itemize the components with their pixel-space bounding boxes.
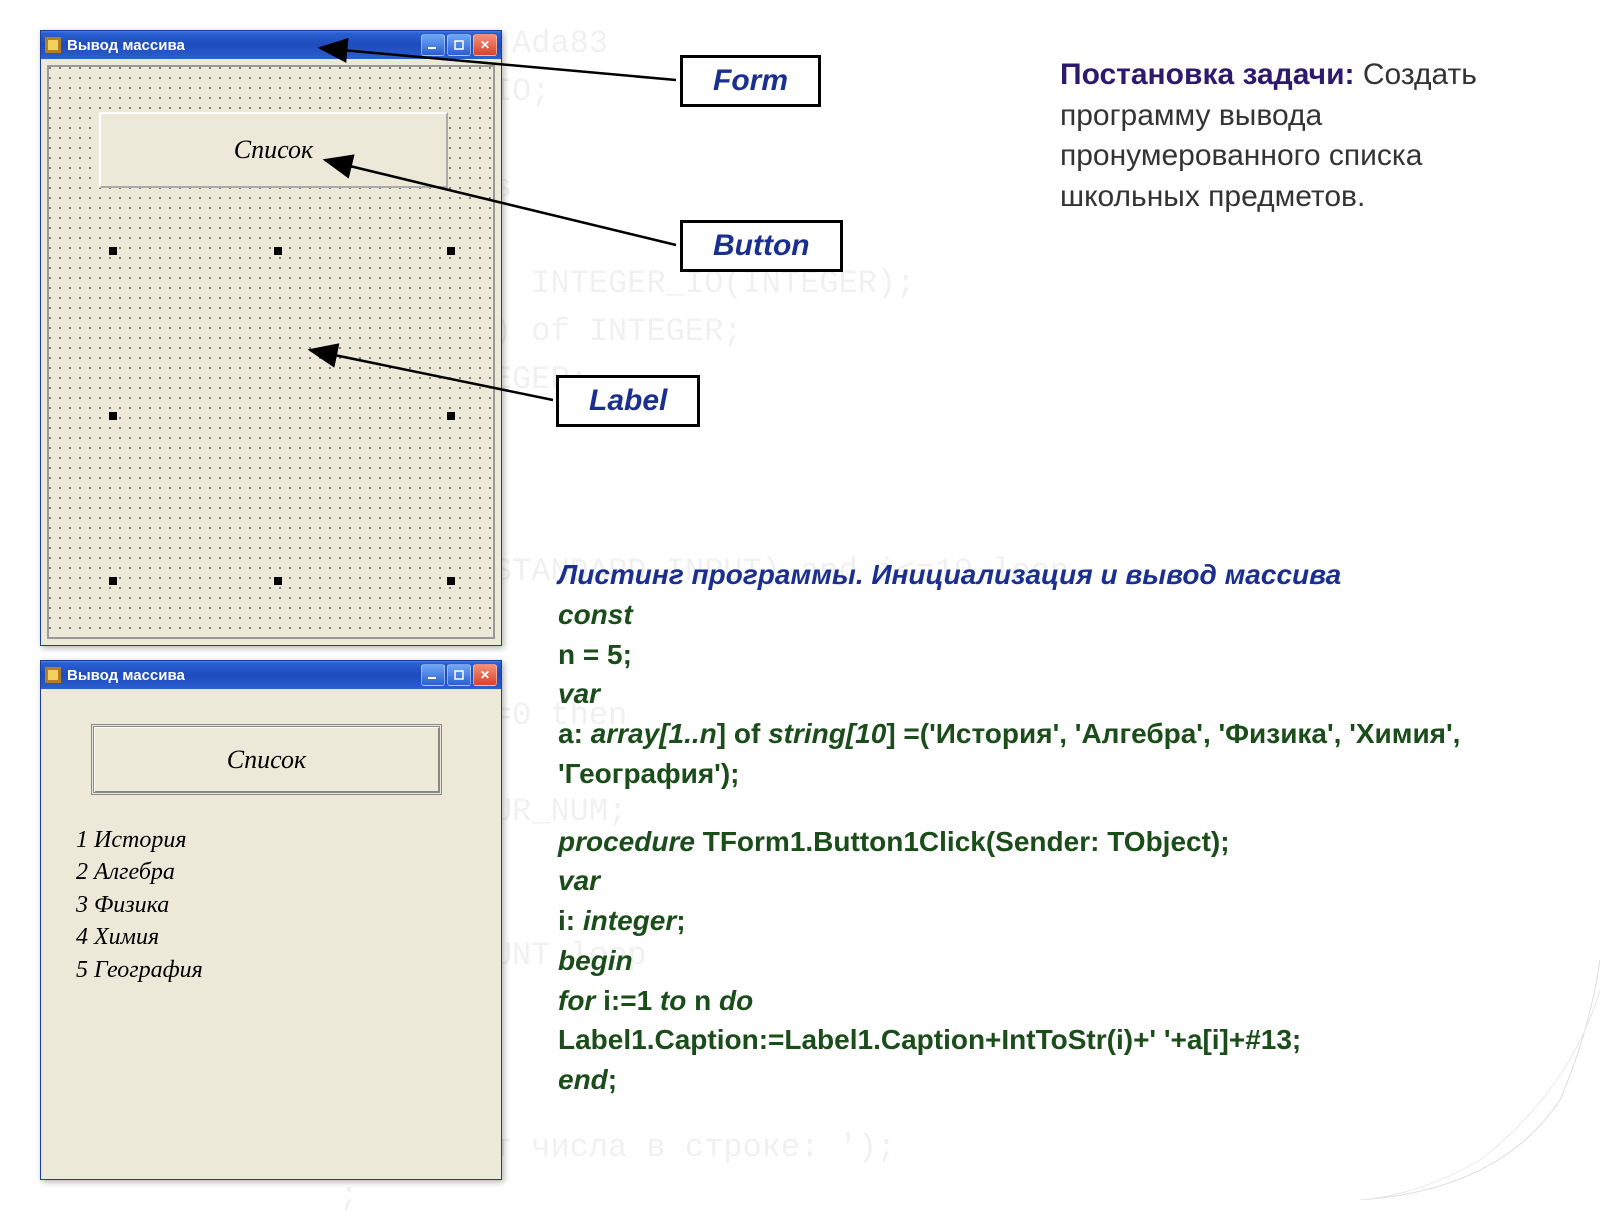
designer-window: Вывод массива ✕ Список (40, 30, 502, 646)
code-text: n (686, 985, 719, 1016)
runtime-button-spisok[interactable]: Список (91, 724, 442, 795)
runtime-output-label: 1 История 2 Алгебра 3 Физика 4 Химия 5 Г… (76, 824, 203, 986)
designer-titlebar[interactable]: Вывод массива ✕ (41, 31, 501, 59)
code-text: TForm1.Button1Click(Sender: TObject); (695, 826, 1230, 857)
code-text: ] of (717, 718, 768, 749)
minimize-button[interactable] (421, 664, 445, 686)
code-kw-to: to (660, 985, 686, 1016)
designer-button-spisok[interactable]: Список (99, 112, 448, 188)
code-text: ; (608, 1064, 617, 1095)
code-kw-begin: begin (558, 945, 633, 976)
callout-button: Button (680, 220, 843, 272)
code-listing: Листинг программы. Инициализация и вывод… (558, 555, 1518, 1100)
selection-handle[interactable] (274, 577, 282, 585)
code-text: i:=1 (595, 985, 660, 1016)
code-kw-array: array[1..n (591, 718, 717, 749)
selection-handle[interactable] (447, 412, 455, 420)
close-button[interactable]: ✕ (473, 34, 497, 56)
code-kw-integer: integer (583, 905, 676, 936)
selection-handle[interactable] (109, 412, 117, 420)
code-kw-for: for (558, 985, 595, 1016)
code-kw-const: const (558, 599, 633, 630)
runtime-titlebar[interactable]: Вывод массива ✕ (41, 661, 501, 689)
code-kw-do: do (719, 985, 753, 1016)
code-kw-end: end (558, 1064, 608, 1095)
minimize-button[interactable] (421, 34, 445, 56)
code-heading: Листинг программы. Инициализация и вывод… (558, 555, 1518, 595)
selection-handle[interactable] (109, 247, 117, 255)
selection-handle[interactable] (274, 247, 282, 255)
designer-form-body[interactable]: Список (47, 65, 495, 639)
close-button[interactable]: ✕ (473, 664, 497, 686)
selection-handle[interactable] (447, 577, 455, 585)
maximize-button[interactable] (447, 664, 471, 686)
code-text: i: (558, 905, 583, 936)
selection-handle[interactable] (109, 577, 117, 585)
selection-handle[interactable] (447, 247, 455, 255)
code-line: Label1.Caption:=Label1.Caption+IntToStr(… (558, 1020, 1518, 1060)
code-line: n = 5; (558, 635, 1518, 675)
app-icon (45, 37, 61, 53)
task-description: Постановка задачи: Создать программу выв… (1060, 55, 1550, 217)
maximize-button[interactable] (447, 34, 471, 56)
code-kw-var: var (558, 865, 600, 896)
code-kw-procedure: procedure (558, 826, 695, 857)
code-kw-var: var (558, 678, 600, 709)
runtime-form-body: Список 1 История 2 Алгебра 3 Физика 4 Хи… (41, 689, 501, 1179)
app-icon (45, 667, 61, 683)
runtime-window-title: Вывод массива (67, 667, 421, 684)
callout-form: Form (680, 55, 821, 107)
code-kw-string: string[10 (768, 718, 886, 749)
runtime-window: Вывод массива ✕ Список 1 История 2 Алгеб… (40, 660, 502, 1180)
code-text: ; (676, 905, 685, 936)
task-heading: Постановка задачи: (1060, 58, 1355, 91)
designer-window-title: Вывод массива (67, 37, 421, 54)
callout-label: Label (556, 375, 700, 427)
code-text: a: (558, 718, 591, 749)
